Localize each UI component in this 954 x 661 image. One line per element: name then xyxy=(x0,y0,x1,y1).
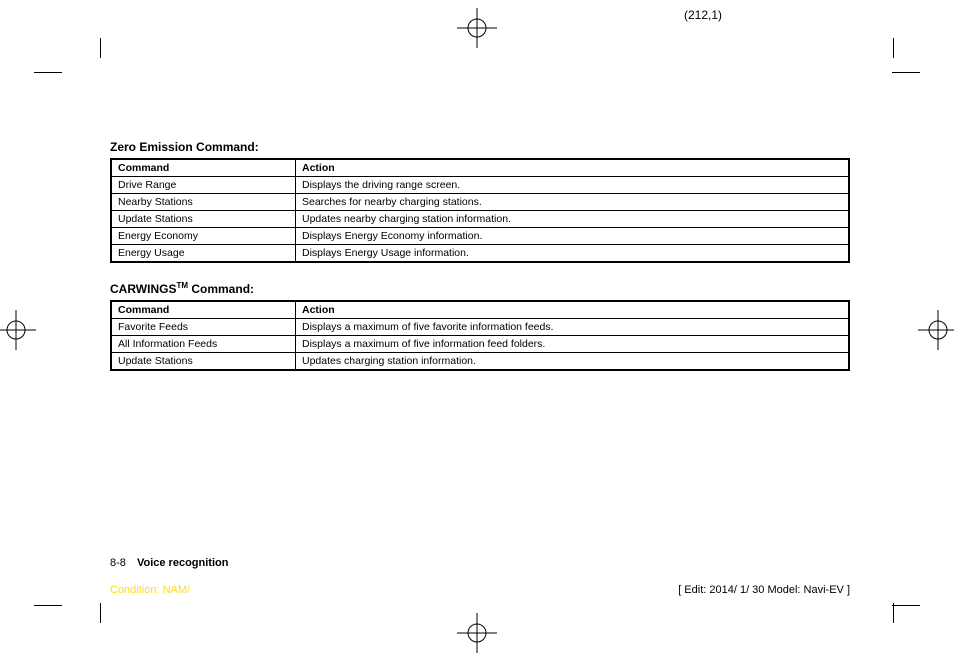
table-row: Nearby StationsSearches for nearby charg… xyxy=(111,194,849,211)
registration-mark-bottom xyxy=(457,613,497,653)
cell-command: Energy Usage xyxy=(111,245,296,263)
cell-action: Displays Energy Usage information. xyxy=(296,245,850,263)
col-header-command: Command xyxy=(111,159,296,177)
cell-action: Updates charging station information. xyxy=(296,353,850,371)
title-suffix: Command: xyxy=(188,282,254,296)
cell-command: Update Stations xyxy=(111,353,296,371)
cell-action: Updates nearby charging station informat… xyxy=(296,211,850,228)
table-header-row: Command Action xyxy=(111,301,849,319)
section-name: Voice recognition xyxy=(137,557,228,569)
footer-edit-info: [ Edit: 2014/ 1/ 30 Model: Navi-EV ] xyxy=(678,584,850,596)
page-coordinate: (212,1) xyxy=(684,8,722,22)
registration-mark-top xyxy=(457,8,497,48)
title-tm: TM xyxy=(176,281,188,290)
cell-command: Nearby Stations xyxy=(111,194,296,211)
table-header-row: Command Action xyxy=(111,159,849,177)
table-row: Update StationsUpdates nearby charging s… xyxy=(111,211,849,228)
table-row: Energy UsageDisplays Energy Usage inform… xyxy=(111,245,849,263)
col-header-command: Command xyxy=(111,301,296,319)
table-row: All Information FeedsDisplays a maximum … xyxy=(111,336,849,353)
cell-command: Update Stations xyxy=(111,211,296,228)
crop-mark xyxy=(892,72,920,73)
table-zero-emission: Command Action Drive RangeDisplays the d… xyxy=(110,158,850,263)
table-row: Update StationsUpdates charging station … xyxy=(111,353,849,371)
registration-mark-right xyxy=(918,310,954,350)
table-row: Energy EconomyDisplays Energy Economy in… xyxy=(111,228,849,245)
crop-mark xyxy=(34,605,62,606)
registration-mark-left xyxy=(0,310,36,350)
cell-action: Displays a maximum of five favorite info… xyxy=(296,319,850,336)
cell-command: Energy Economy xyxy=(111,228,296,245)
section-title-zero-emission: Zero Emission Command: xyxy=(110,140,850,154)
footer-condition: Condition: NAM/ xyxy=(110,584,190,596)
title-prefix: CARWINGS xyxy=(110,282,176,296)
page-content: Zero Emission Command: Command Action Dr… xyxy=(110,140,850,389)
cell-action: Searches for nearby charging stations. xyxy=(296,194,850,211)
col-header-action: Action xyxy=(296,159,850,177)
cell-command: Favorite Feeds xyxy=(111,319,296,336)
cell-action: Displays Energy Economy information. xyxy=(296,228,850,245)
cell-action: Displays a maximum of five information f… xyxy=(296,336,850,353)
cell-action: Displays the driving range screen. xyxy=(296,177,850,194)
table-row: Drive RangeDisplays the driving range sc… xyxy=(111,177,849,194)
table-carwings: Command Action Favorite FeedsDisplays a … xyxy=(110,300,850,371)
cell-command: All Information Feeds xyxy=(111,336,296,353)
page-number: 8-8 xyxy=(110,557,126,569)
crop-mark xyxy=(34,72,62,73)
col-header-action: Action xyxy=(296,301,850,319)
crop-mark xyxy=(892,605,920,606)
cell-command: Drive Range xyxy=(111,177,296,194)
section-title-carwings: CARWINGSTM Command: xyxy=(110,281,850,296)
table-row: Favorite FeedsDisplays a maximum of five… xyxy=(111,319,849,336)
footer-page-number: 8-8 Voice recognition xyxy=(110,557,228,569)
